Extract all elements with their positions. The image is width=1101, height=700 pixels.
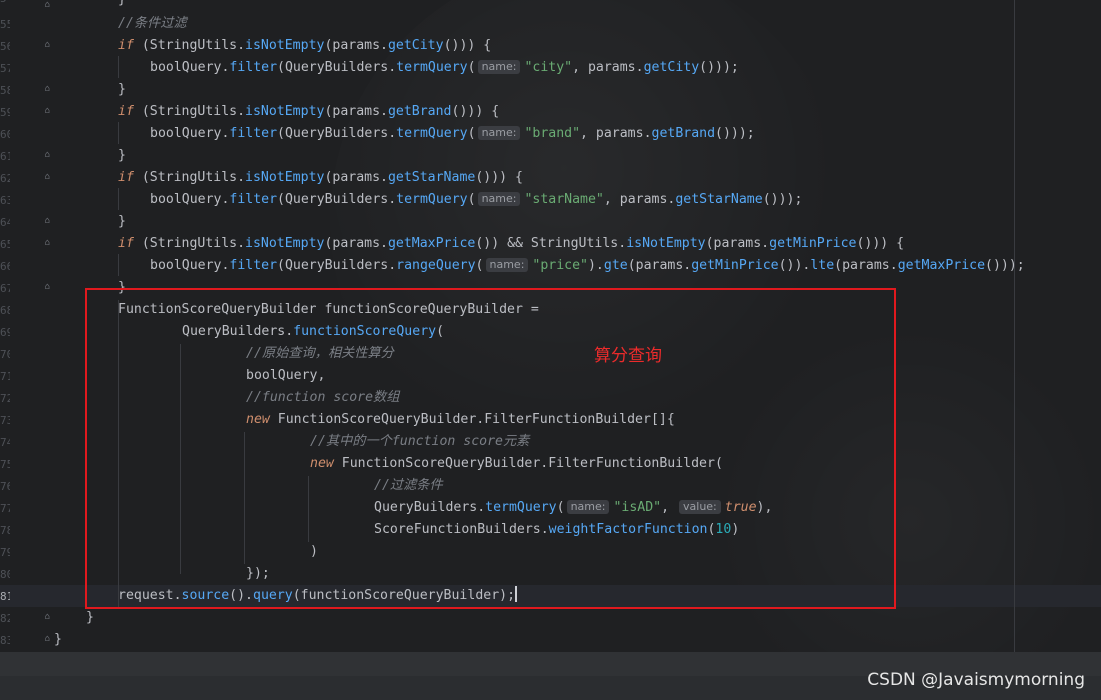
line-number: 62: [0, 172, 10, 185]
code-line[interactable]: }: [54, 629, 62, 651]
line-number: 61: [0, 150, 10, 163]
fold-marker-icon[interactable]: ⌂: [43, 238, 52, 248]
fold-marker-icon[interactable]: ⌂: [43, 0, 52, 10]
line-number: 73: [0, 414, 10, 427]
param-hint: name:: [485, 258, 529, 272]
code-line[interactable]: }: [118, 79, 126, 101]
line-number: 64: [0, 216, 10, 229]
line-number: 80: [0, 568, 10, 581]
fold-end-icon[interactable]: ⌂: [43, 634, 52, 644]
line-number: 81: [0, 590, 10, 603]
line-number: 58: [0, 84, 10, 97]
fold-end-icon[interactable]: ⌂: [43, 216, 52, 226]
annotation-box: [85, 288, 896, 609]
code-line[interactable]: if (StringUtils.isNotEmpty(params.getMax…: [118, 233, 904, 255]
line-number: 59: [0, 106, 10, 119]
fold-end-icon[interactable]: ⌂: [43, 612, 52, 622]
code-line[interactable]: if (StringUtils.isNotEmpty(params.getCit…: [118, 35, 491, 57]
line-number: 56: [0, 40, 10, 53]
line-number: 74: [0, 436, 10, 449]
code-line[interactable]: }: [86, 607, 94, 629]
fold-end-icon[interactable]: ⌂: [43, 84, 52, 94]
line-number: 69: [0, 326, 10, 339]
line-number: 54: [0, 0, 10, 5]
code-line[interactable]: boolQuery.filter(QueryBuilders.termQuery…: [150, 57, 739, 79]
code-line[interactable]: if (StringUtils.isNotEmpty(params.getBra…: [118, 101, 499, 123]
fold-marker-icon[interactable]: ⌂: [43, 172, 52, 182]
line-number: 68: [0, 304, 10, 317]
line-number: 78: [0, 524, 10, 537]
indent-guide: [118, 56, 119, 78]
line-number: 60: [0, 128, 10, 141]
code-line[interactable]: if (StringUtils.isNotEmpty(params.getSta…: [118, 167, 523, 189]
param-hint: name:: [477, 60, 521, 74]
param-hint: name:: [477, 126, 521, 140]
code-line[interactable]: }: [118, 145, 126, 167]
line-number: 66: [0, 260, 10, 273]
indent-guide: [118, 122, 119, 144]
annotation-label: 算分查询: [594, 346, 662, 366]
line-number: 82: [0, 612, 10, 625]
line-number: 71: [0, 370, 10, 383]
code-editor[interactable]: 54 55 56 57 58 59 60 61 62 63 64 65 66 6…: [0, 0, 1101, 652]
code-line[interactable]: }: [118, 0, 126, 11]
line-number: 72: [0, 392, 10, 405]
line-number: 67: [0, 282, 10, 295]
line-number: 76: [0, 480, 10, 493]
fold-marker-icon[interactable]: ⌂: [43, 106, 52, 116]
fold-end-icon[interactable]: ⌂: [43, 150, 52, 160]
line-number: 57: [0, 62, 10, 75]
code-line[interactable]: boolQuery.filter(QueryBuilders.termQuery…: [150, 123, 755, 145]
line-number: 63: [0, 194, 10, 207]
fold-end-icon[interactable]: ⌂: [43, 282, 52, 292]
code-line[interactable]: }: [118, 211, 126, 233]
code-line[interactable]: //条件过滤: [118, 13, 187, 35]
watermark: CSDN @Javaismymorning: [867, 670, 1085, 690]
fold-marker-icon[interactable]: ⌂: [43, 40, 52, 50]
line-number: 55: [0, 18, 10, 31]
line-number: 77: [0, 502, 10, 515]
line-number: 79: [0, 546, 10, 559]
line-number: 75: [0, 458, 10, 471]
line-number: 70: [0, 348, 10, 361]
indent-guide: [118, 188, 119, 210]
code-line[interactable]: boolQuery.filter(QueryBuilders.termQuery…: [150, 189, 802, 211]
code-line[interactable]: boolQuery.filter(QueryBuilders.rangeQuer…: [150, 255, 1025, 277]
line-number: 65: [0, 238, 10, 251]
line-number: 83: [0, 634, 10, 647]
right-margin-guide: [1014, 0, 1015, 652]
indent-guide: [118, 254, 119, 276]
line-number-gutter: 54 55 56 57 58 59 60 61 62 63 64 65 66 6…: [0, 0, 50, 652]
param-hint: name:: [477, 192, 521, 206]
